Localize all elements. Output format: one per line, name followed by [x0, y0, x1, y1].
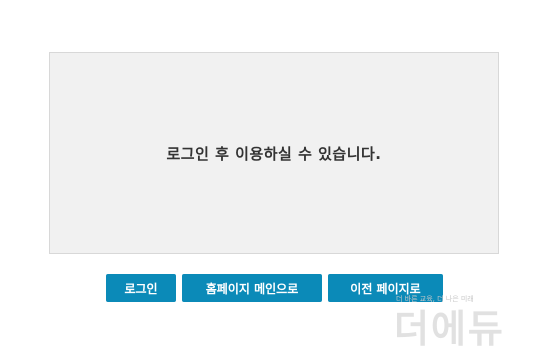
message-box: 로그인 후 이용하실 수 있습니다.	[49, 52, 499, 254]
previous-page-button[interactable]: 이전 페이지로	[328, 274, 443, 302]
login-required-message: 로그인 후 이용하실 수 있습니다.	[166, 144, 382, 163]
watermark-logo-text: 더에듀	[394, 307, 505, 351]
button-group: 로그인 홈페이지 메인으로 이전 페이지로	[106, 274, 443, 302]
page: 로그인 후 이용하실 수 있습니다. 로그인 홈페이지 메인으로 이전 페이지로…	[0, 0, 539, 352]
home-main-button[interactable]: 홈페이지 메인으로	[182, 274, 322, 302]
login-button[interactable]: 로그인	[106, 274, 176, 302]
